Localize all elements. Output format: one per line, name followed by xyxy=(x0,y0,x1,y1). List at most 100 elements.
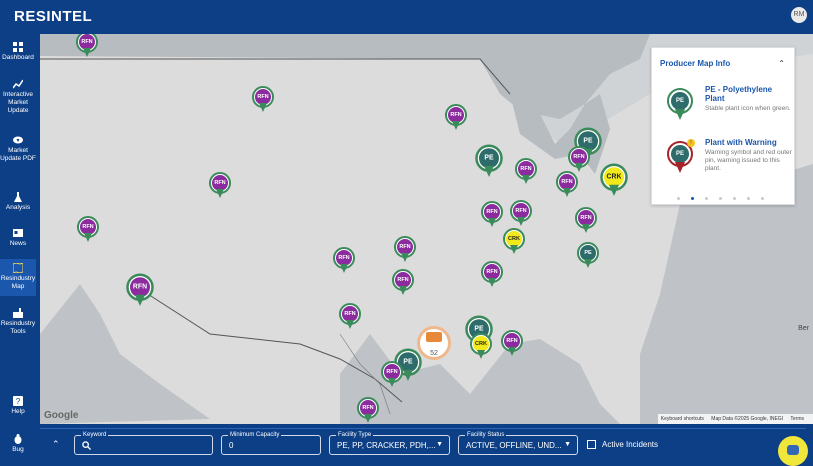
map-pin-crk[interactable]: CRK xyxy=(600,163,628,199)
help-icon: ? xyxy=(13,396,23,406)
keyword-label: Keyword xyxy=(81,432,109,439)
sidebar-item-resindustry-tools[interactable]: Resindustry Tools xyxy=(0,306,36,342)
flask-icon xyxy=(14,192,22,202)
map-attribution: Keyboard shortcuts Map Data ©2025 Google… xyxy=(657,414,813,424)
map-pin-rfn[interactable]: RFN xyxy=(515,158,537,186)
legend-desc: Warning symbol and red outer pin, warnin… xyxy=(705,149,792,172)
top-bar: RESINTEL RM xyxy=(0,0,813,33)
active-incidents-label[interactable]: Active Incidents xyxy=(602,440,658,449)
sidebar-item-label: Bug xyxy=(12,446,24,453)
cloud-download-icon xyxy=(13,136,23,144)
cluster-count: 52 xyxy=(430,350,438,357)
legend-name: Plant with Warning xyxy=(705,138,777,147)
map-pin-rfn[interactable]: RFN xyxy=(445,104,467,132)
sidebar-item-label: Help xyxy=(11,408,25,415)
app-logo[interactable]: RESINTEL xyxy=(14,8,92,25)
sidebar-item-analysis[interactable]: Analysis xyxy=(0,191,36,213)
keyboard-shortcuts-link[interactable]: Keyboard shortcuts xyxy=(661,416,704,422)
warning-icon: ! xyxy=(687,139,695,147)
map-pin-pe[interactable]: PE xyxy=(577,242,599,270)
facility-status-value: ACTIVE, OFFLINE, UND... xyxy=(466,441,562,450)
dashboard-icon xyxy=(13,42,23,52)
sidebar-item-help[interactable]: ? Help xyxy=(0,395,36,419)
map-icon xyxy=(13,263,23,273)
sidebar-item-bug[interactable]: Bug xyxy=(0,433,36,457)
carousel-dot[interactable] xyxy=(705,197,708,200)
google-logo: Google xyxy=(44,410,79,421)
facility-status-label: Facility Status xyxy=(465,432,507,439)
chevron-up-icon[interactable]: ⌃ xyxy=(52,439,60,450)
facility-type-label: Facility Type xyxy=(336,432,374,439)
map-pin-rfn[interactable]: RFN xyxy=(339,303,361,331)
sidebar-item-label: Resindustry Tools xyxy=(0,320,36,335)
active-incidents-checkbox[interactable] xyxy=(587,440,596,449)
map-pin-rfn[interactable]: RFN xyxy=(556,171,578,199)
carousel-dot[interactable] xyxy=(691,197,694,200)
robot-icon xyxy=(787,445,799,455)
map-pin-rfn[interactable]: RFN xyxy=(77,216,99,244)
chatbot-button[interactable] xyxy=(778,436,808,466)
map-pin-rfn[interactable]: RFN xyxy=(481,201,503,229)
map-pin-rfn[interactable]: RFN xyxy=(252,86,274,114)
sidebar-item-label: Market Update PDF xyxy=(0,147,36,162)
facility-status-select[interactable]: Facility Status ACTIVE, OFFLINE, UND... … xyxy=(458,432,578,455)
caret-down-icon: ▼ xyxy=(564,441,571,448)
search-icon xyxy=(82,441,91,450)
sidebar-item-news[interactable]: News xyxy=(0,227,36,249)
map-pin-rfn[interactable]: RFN xyxy=(209,172,231,200)
map-pin-rfn[interactable]: RFN xyxy=(394,236,416,264)
legend-desc: Stable plant icon when green. xyxy=(705,105,791,112)
facility-type-select[interactable]: Facility Type PE, PP, CRACKER, PDH,... ▼ xyxy=(329,432,450,455)
legend-pin-warning: PE ! xyxy=(667,139,695,175)
minimum-capacity-field[interactable]: Minimum Capacity 0 xyxy=(221,432,321,455)
map-label-ber: Ber xyxy=(798,325,809,332)
factory-icon xyxy=(426,332,442,342)
terms-link[interactable]: Terms xyxy=(790,416,804,422)
tools-icon xyxy=(13,308,23,318)
caret-down-icon: ▼ xyxy=(436,441,443,448)
carousel-dot[interactable] xyxy=(761,197,764,200)
map-pin-pe[interactable]: PE xyxy=(475,144,503,180)
map-pin-rfn[interactable]: RFN xyxy=(381,361,403,389)
legend-pin-pe: PE xyxy=(667,88,693,122)
map-pin-rfn[interactable]: RFN xyxy=(76,34,98,59)
carousel-dot[interactable] xyxy=(719,197,722,200)
chevron-up-icon[interactable]: ⌃ xyxy=(778,59,785,68)
sidebar-item-label: Interactive Market Update xyxy=(3,91,33,114)
keyword-field[interactable]: Keyword xyxy=(74,432,213,455)
sidebar: Dashboard Interactive Market Update Mark… xyxy=(0,33,36,459)
map-pin-rfn[interactable]: RFN xyxy=(333,247,355,275)
map-pin-rfn[interactable]: RFN xyxy=(357,397,379,424)
map-pin-rfn[interactable]: RFN xyxy=(392,269,414,297)
minimum-capacity-label: Minimum Capacity xyxy=(228,432,282,439)
sidebar-item-interactive-market-update[interactable]: Interactive Market Update xyxy=(0,77,36,117)
carousel-dots xyxy=(677,187,775,205)
carousel-dot[interactable] xyxy=(733,197,736,200)
map-pin-rfn[interactable]: RFN xyxy=(575,207,597,235)
info-panel-title: Producer Map Info xyxy=(660,59,731,68)
map-pin-rfn[interactable]: RFN xyxy=(510,200,532,228)
sidebar-item-label: Analysis xyxy=(5,204,31,211)
sidebar-item-resindustry-map[interactable]: Resindustry Map xyxy=(0,259,36,296)
user-avatar[interactable]: RM xyxy=(791,7,807,23)
map-pin-rfn[interactable]: RFN xyxy=(481,261,503,289)
map-pin-crk[interactable]: CRK xyxy=(503,228,525,256)
sidebar-item-label: News xyxy=(9,240,27,247)
svg-text:?: ? xyxy=(16,397,21,406)
map-pin-rfn[interactable]: RFN xyxy=(501,330,523,358)
sidebar-item-market-update-pdf[interactable]: Market Update PDF xyxy=(0,133,36,175)
keyword-input[interactable] xyxy=(93,440,203,449)
chart-line-icon xyxy=(13,79,23,89)
sidebar-item-label: Resindustry Map xyxy=(0,275,36,290)
map-pin-crk[interactable]: CRK xyxy=(470,333,492,361)
map-pin-rfn[interactable]: RFN xyxy=(126,273,154,309)
map-cluster-marker[interactable]: 52 xyxy=(417,326,451,360)
map-pin-rfn[interactable]: RFN xyxy=(568,146,590,174)
carousel-dot[interactable] xyxy=(747,197,750,200)
news-icon xyxy=(13,229,23,237)
minimum-capacity-value[interactable]: 0 xyxy=(229,441,233,450)
facility-type-value: PE, PP, CRACKER, PDH,... xyxy=(337,441,436,450)
bug-icon xyxy=(14,434,22,444)
carousel-dot[interactable] xyxy=(677,197,680,200)
sidebar-item-dashboard[interactable]: Dashboard xyxy=(0,39,36,65)
